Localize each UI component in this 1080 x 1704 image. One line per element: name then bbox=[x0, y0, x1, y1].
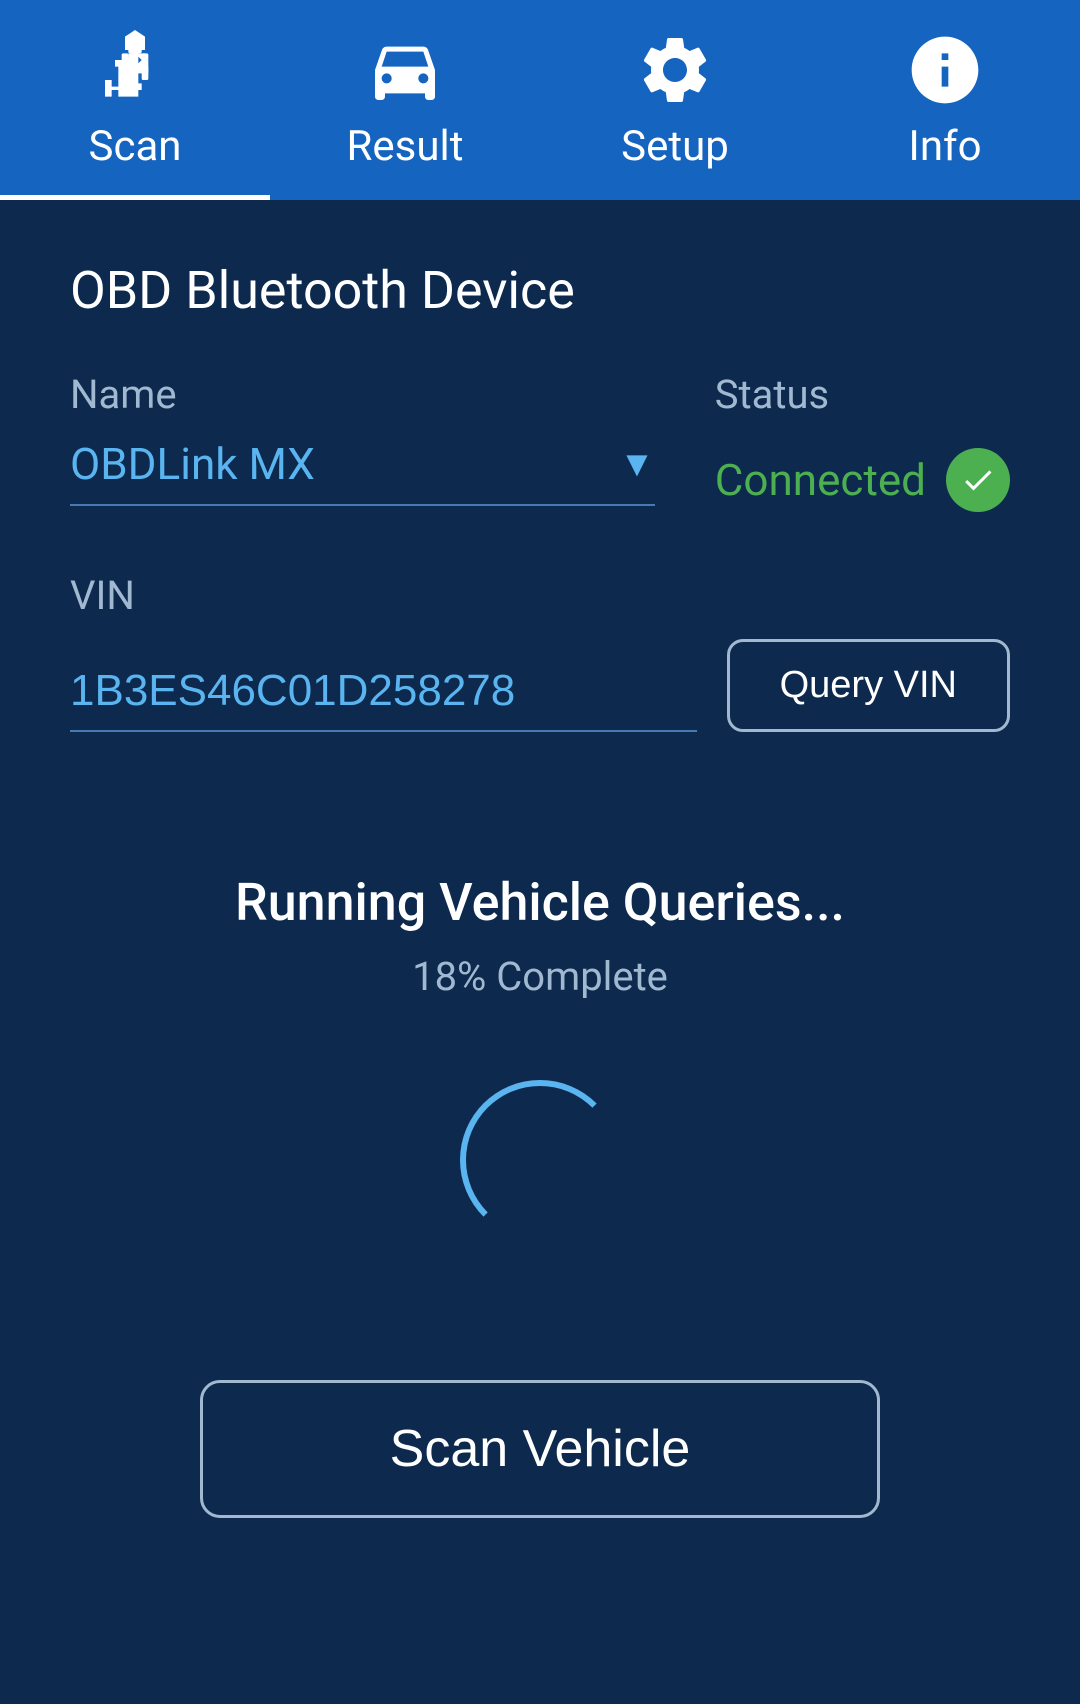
progress-section: Running Vehicle Queries... 18% Complete … bbox=[70, 792, 1010, 1578]
device-status-col: Status Connected bbox=[715, 371, 1010, 512]
section-title: OBD Bluetooth Device bbox=[70, 260, 1010, 321]
connected-icon bbox=[946, 448, 1010, 512]
tab-result-label: Result bbox=[347, 122, 464, 171]
tab-scan-label: Scan bbox=[89, 122, 182, 171]
device-name-value: OBDLink MX bbox=[70, 438, 599, 490]
checkmark-icon bbox=[960, 462, 996, 498]
vin-input-col bbox=[70, 666, 697, 732]
spinner-ring bbox=[460, 1080, 620, 1240]
progress-subtitle: 18% Complete bbox=[412, 953, 668, 1000]
usb-icon bbox=[95, 30, 175, 110]
tab-scan[interactable]: Scan bbox=[0, 0, 270, 200]
status-container: Connected bbox=[715, 438, 1010, 512]
name-label: Name bbox=[70, 371, 655, 418]
vin-section: VIN Query VIN bbox=[70, 572, 1010, 732]
query-vin-button[interactable]: Query VIN bbox=[727, 639, 1010, 732]
tab-info[interactable]: Info bbox=[810, 0, 1080, 200]
vin-input[interactable] bbox=[70, 666, 697, 732]
device-name-col: Name OBDLink MX ▼ bbox=[70, 371, 655, 506]
info-icon bbox=[905, 30, 985, 110]
tab-result[interactable]: Result bbox=[270, 0, 540, 200]
car-icon bbox=[365, 30, 445, 110]
tab-info-label: Info bbox=[908, 122, 981, 171]
chevron-down-icon: ▼ bbox=[619, 443, 655, 485]
status-value: Connected bbox=[715, 454, 926, 506]
scan-vehicle-button[interactable]: Scan Vehicle bbox=[200, 1380, 880, 1518]
tab-setup[interactable]: Setup bbox=[540, 0, 810, 200]
loading-spinner bbox=[460, 1080, 620, 1240]
device-row: Name OBDLink MX ▼ Status Connected bbox=[70, 371, 1010, 512]
device-dropdown[interactable]: OBDLink MX ▼ bbox=[70, 438, 655, 506]
tab-bar: Scan Result Setup Info bbox=[0, 0, 1080, 200]
gear-icon bbox=[635, 30, 715, 110]
tab-setup-label: Setup bbox=[621, 122, 729, 171]
main-content: OBD Bluetooth Device Name OBDLink MX ▼ S… bbox=[0, 200, 1080, 1638]
status-label: Status bbox=[715, 371, 1010, 418]
vin-label: VIN bbox=[70, 572, 1010, 619]
progress-title: Running Vehicle Queries... bbox=[235, 872, 845, 933]
vin-row: Query VIN bbox=[70, 639, 1010, 732]
